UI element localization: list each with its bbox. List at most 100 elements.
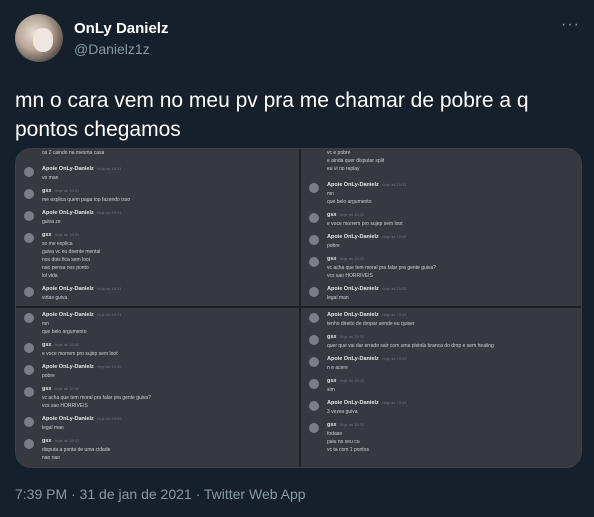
chat-message-line: que belo argumento <box>327 199 372 205</box>
author-name: Apoie OnLy-Danielz <box>42 286 94 292</box>
image-divider <box>16 306 581 308</box>
chat-message-line: n e acere <box>327 365 348 371</box>
chat-message-line: fodase <box>327 431 343 437</box>
message-timestamp: Hoje às 19:33 <box>339 422 365 427</box>
author-name: gsx <box>42 342 52 348</box>
chat-message-line: sim <box>327 387 335 393</box>
user-avatar <box>309 235 319 245</box>
chat-message-line: 3 vezes guiva <box>327 409 358 415</box>
message-timestamp: Hoje às 19:31 <box>381 182 407 187</box>
user-avatar <box>24 233 34 243</box>
chat-message-line: guiva vc eu doente mental <box>42 249 101 255</box>
chat-message-line: nos dois fica sem loot <box>42 257 91 263</box>
chat-message-line: e ainda quer disputar split <box>327 158 385 164</box>
message-timestamp: Hoje às 19:33 <box>339 378 365 383</box>
author-name: Apoie OnLy-Danielz <box>42 364 94 370</box>
message-author: gsx Hoje às 19:31 <box>42 188 79 194</box>
tweet-text: mn o cara vem no meu pv pra me chamar de… <box>15 89 529 141</box>
user-avatar <box>309 423 319 433</box>
chat-message-line: mn <box>42 321 49 327</box>
chat-message-line: pobre <box>42 373 55 379</box>
user-avatar <box>24 439 34 449</box>
chat-screenshot-1: os 2 caindo na mesma casa Apoie OnLy-Dani… <box>16 149 299 306</box>
more-options-icon[interactable]: ··· <box>561 16 580 34</box>
message-timestamp: Hoje às 19:33 <box>381 356 407 361</box>
message-timestamp: Hoje às 19:31 <box>96 286 122 291</box>
message-timestamp: Hoje às 19:33 <box>381 400 407 405</box>
author-name: gsx <box>327 422 337 428</box>
user-avatar <box>24 167 34 177</box>
message-author: Apoie OnLy-Danielz Hoje às 19:31 <box>42 210 121 216</box>
message-timestamp: Hoje às 19:33 <box>381 312 407 317</box>
message-author: gsx Hoje às 19:33 <box>327 334 364 340</box>
message-author: Apoie OnLy-Danielz Hoje às 19:32 <box>42 364 121 370</box>
message-author: Apoie OnLy-Danielz Hoje às 19:31 <box>42 166 121 172</box>
message-author: Apoie OnLy-Danielz Hoje às 19:31 <box>42 286 121 292</box>
message-timestamp: Hoje às 19:32 <box>96 364 122 369</box>
chat-message-line: guiva ze <box>42 219 61 225</box>
chat-screenshot-4: Apoie OnLy-Danielz Hoje às 19:33 tenho dir… <box>301 308 581 467</box>
author-name: Apoie OnLy-Danielz <box>42 312 94 318</box>
chat-message-line: pobre <box>327 243 340 249</box>
chat-message-line: quer que vai dar errado sair com uma pis… <box>327 343 494 349</box>
chat-message-line: que belo argumento <box>42 329 87 335</box>
chat-message-line: tenho direito de dropar aonde eu quiser <box>327 321 415 327</box>
author-name: Apoie OnLy-Danielz <box>42 166 94 172</box>
author-name: Apoie OnLy-Danielz <box>327 286 379 292</box>
author-avatar[interactable] <box>15 14 63 62</box>
chat-message-line: os 2 caindo na mesma casa <box>42 150 105 156</box>
chat-message-line: so me explica <box>42 241 73 247</box>
message-author: gsx Hoje às 19:32 <box>327 212 364 218</box>
chat-screenshot-2: vc e pobre e ainda quer disputar split eu … <box>301 149 581 306</box>
tweet-metadata[interactable]: 7:39 PM · 31 de jan de 2021 · Twitter We… <box>15 486 306 502</box>
message-timestamp: Hoje às 19:32 <box>54 438 80 443</box>
author-name: Apoie OnLy-Danielz <box>327 356 379 362</box>
message-author: Apoie OnLy-Danielz Hoje às 19:33 <box>327 400 406 406</box>
image-divider <box>299 149 301 467</box>
chat-message-line: eu vi no replay <box>327 166 360 172</box>
message-timestamp: Hoje às 19:32 <box>54 386 80 391</box>
user-avatar <box>24 365 34 375</box>
user-avatar <box>24 189 34 199</box>
message-timestamp: Hoje às 19:32 <box>96 416 122 421</box>
user-avatar <box>309 379 319 389</box>
message-author: gsx Hoje às 19:32 <box>42 386 79 392</box>
tweet-media-image[interactable]: os 2 caindo na mesma casa Apoie OnLy-Dani… <box>15 148 582 468</box>
chat-message-line: legal man <box>42 425 64 431</box>
author-name: gsx <box>327 378 337 384</box>
user-avatar <box>309 183 319 193</box>
author-name: gsx <box>327 212 337 218</box>
author-name: gsx <box>42 438 52 444</box>
message-timestamp: Hoje às 19:31 <box>96 210 122 215</box>
message-author: gsx Hoje às 19:31 <box>42 232 79 238</box>
author-name: Apoie OnLy-Danielz <box>327 182 379 188</box>
message-author: Apoie OnLy-Danielz Hoje às 19:32 <box>327 286 406 292</box>
message-timestamp: Hoje às 19:31 <box>96 166 122 171</box>
author-name: gsx <box>327 334 337 340</box>
chat-message-line: vc e pobre <box>327 150 351 156</box>
author-name: Apoie OnLy-Danielz <box>42 416 94 422</box>
chat-message-line: nao nao <box>42 455 61 461</box>
message-author: Apoie OnLy-Danielz Hoje às 19:32 <box>327 234 406 240</box>
chat-message-line: vc acha que tem moral pra falar pra gent… <box>42 395 151 401</box>
message-author: gsx Hoje às 19:32 <box>42 438 79 444</box>
message-author: Apoie OnLy-Danielz Hoje às 19:33 <box>327 356 406 362</box>
chat-message-line: vc ta com 1 pontos <box>327 447 369 453</box>
message-timestamp: Hoje às 19:31 <box>54 188 80 193</box>
user-avatar <box>309 287 319 297</box>
chat-message-line: e voce morrem pro sujep sem loot <box>42 351 118 357</box>
chat-message-line: lol vida <box>42 273 58 279</box>
message-timestamp: Hoje às 19:31 <box>96 312 122 317</box>
author-name: Apoie OnLy-Danielz <box>327 400 379 406</box>
chat-screenshot-3: Apoie OnLy-Danielz Hoje às 19:31 mn que bel… <box>16 308 299 467</box>
chat-message-line: vcs sao HORRIVEIS <box>327 273 373 279</box>
message-author: Apoie OnLy-Danielz Hoje às 19:31 <box>42 312 121 318</box>
message-timestamp: Hoje às 19:32 <box>381 234 407 239</box>
author-name[interactable]: OnLy Danielz <box>74 20 168 37</box>
message-timestamp: Hoje às 19:32 <box>381 286 407 291</box>
user-avatar <box>24 313 34 323</box>
user-avatar <box>309 401 319 411</box>
author-handle[interactable]: @Danielz1z <box>74 41 150 57</box>
user-avatar <box>309 313 319 323</box>
user-avatar <box>24 417 34 427</box>
